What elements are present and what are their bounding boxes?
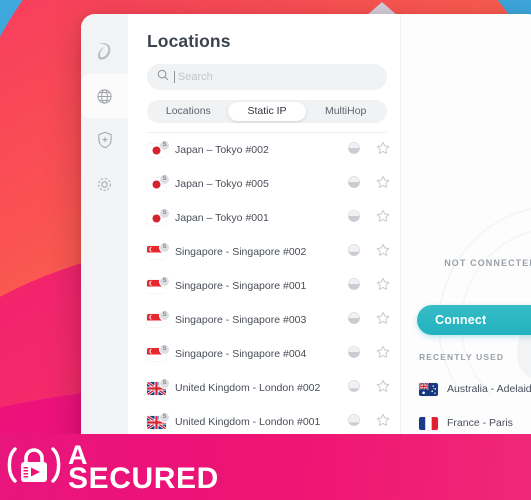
- favorite-star-icon[interactable]: [376, 243, 390, 262]
- location-row[interactable]: S United Kingdom - London #002: [136, 371, 400, 405]
- favorite-star-icon[interactable]: [376, 345, 390, 364]
- server-load-icon: [348, 379, 360, 397]
- page-title: Locations: [147, 31, 231, 51]
- static-ip-badge: S: [159, 173, 170, 185]
- watermark-text: A SECURED: [68, 438, 531, 496]
- server-load-icon: [348, 141, 360, 159]
- sidebar-rail: 3.2.2: [81, 14, 128, 474]
- location-row[interactable]: S Japan – Tokyo #001: [136, 201, 400, 235]
- recently-used-label: RECENTLY USED: [419, 352, 505, 362]
- favorite-star-icon[interactable]: [376, 311, 390, 330]
- text-cursor: [174, 71, 175, 83]
- recent-location-name: Australia - Adelaide: [447, 383, 531, 395]
- leaf-logo-icon: [96, 42, 113, 61]
- search-field[interactable]: [147, 64, 387, 90]
- flag-icon-sg: S: [147, 241, 170, 259]
- static-ip-badge: S: [159, 139, 170, 151]
- static-ip-badge: S: [159, 207, 170, 219]
- server-load-icon: [348, 277, 360, 295]
- flag-icon-sg: S: [147, 343, 170, 361]
- favorite-star-icon[interactable]: [376, 413, 390, 432]
- server-load-icon: [348, 345, 360, 363]
- location-name: Singapore - Singapore #003: [175, 314, 307, 326]
- secured-watermark-banner: A SECURED: [0, 434, 531, 500]
- globe-icon: [96, 88, 113, 105]
- location-row[interactable]: S Singapore - Singapore #001: [136, 269, 400, 303]
- sidebar-item-locations[interactable]: [81, 74, 128, 118]
- flag-icon-jp: S: [147, 173, 170, 191]
- location-tabs: Locations Static IP MultiHop: [147, 100, 387, 123]
- search-icon: [157, 68, 169, 86]
- connect-button[interactable]: Connect: [417, 305, 531, 335]
- gear-icon: [96, 176, 113, 193]
- flag-icon-gb: S: [147, 377, 170, 395]
- sidebar-item-protection[interactable]: [81, 118, 128, 162]
- favorite-star-icon[interactable]: [376, 277, 390, 296]
- flag-icon-au: [419, 382, 438, 396]
- server-load-icon: [348, 413, 360, 431]
- location-list[interactable]: S Japan – Tokyo #002 S Japan – Tokyo #005 S J…: [128, 132, 400, 474]
- location-row[interactable]: S Singapore - Singapore #004: [136, 337, 400, 371]
- lock-play-icon: [6, 439, 62, 496]
- server-load-icon: [348, 243, 360, 261]
- server-load-icon: [348, 311, 360, 329]
- search-input[interactable]: [177, 71, 377, 83]
- location-name: Singapore - Singapore #004: [175, 348, 307, 360]
- location-name: Singapore - Singapore #002: [175, 246, 307, 258]
- location-row[interactable]: S Singapore - Singapore #002: [136, 235, 400, 269]
- location-row[interactable]: S Singapore - Singapore #003: [136, 303, 400, 337]
- sidebar-item-settings[interactable]: [81, 162, 128, 206]
- static-ip-badge: S: [159, 411, 170, 423]
- location-row[interactable]: S Japan – Tokyo #002: [136, 133, 400, 167]
- flag-icon-jp: S: [147, 139, 170, 157]
- favorite-star-icon[interactable]: [376, 175, 390, 194]
- location-row[interactable]: S Japan – Tokyo #005: [136, 167, 400, 201]
- static-ip-badge: S: [159, 343, 170, 355]
- recent-location-name: France - Paris: [447, 417, 513, 429]
- location-name: United Kingdom - London #001: [175, 416, 321, 428]
- flag-icon-jp: S: [147, 207, 170, 225]
- shield-plus-icon: [97, 131, 113, 149]
- location-name: Singapore - Singapore #001: [175, 280, 307, 292]
- tab-multihop[interactable]: MultiHop: [306, 102, 385, 121]
- recent-location-row[interactable]: Australia - Adelaide: [413, 372, 531, 406]
- status-panel: NOT CONNECTED Connect RECENTLY USED Aust…: [400, 14, 531, 474]
- flag-icon-sg: S: [147, 309, 170, 327]
- favorite-star-icon[interactable]: [376, 141, 390, 160]
- tab-static-ip[interactable]: Static IP: [227, 102, 307, 121]
- location-name: Japan – Tokyo #002: [175, 144, 269, 156]
- watermark-line-2: SECURED: [68, 462, 219, 495]
- flag-icon-fr: [419, 416, 438, 430]
- server-load-icon: [348, 175, 360, 193]
- location-name: Japan – Tokyo #001: [175, 212, 269, 224]
- server-load-icon: [348, 209, 360, 227]
- favorite-star-icon[interactable]: [376, 379, 390, 398]
- static-ip-badge: S: [159, 377, 170, 389]
- static-ip-badge: S: [159, 275, 170, 287]
- sidebar-item-brand-logo: [81, 28, 128, 74]
- flag-icon-gb: S: [147, 411, 170, 429]
- location-name: Japan – Tokyo #005: [175, 178, 269, 190]
- flag-icon-sg: S: [147, 275, 170, 293]
- connection-status: NOT CONNECTED: [444, 258, 531, 268]
- location-name: United Kingdom - London #002: [175, 382, 321, 394]
- vpn-app-window: 3.2.2 Locations Locations Static IP Mult…: [81, 14, 531, 474]
- tab-locations[interactable]: Locations: [149, 102, 228, 121]
- static-ip-badge: S: [159, 241, 170, 253]
- locations-panel: Locations Locations Static IP MultiHop S…: [128, 14, 400, 474]
- static-ip-badge: S: [159, 309, 170, 321]
- favorite-star-icon[interactable]: [376, 209, 390, 228]
